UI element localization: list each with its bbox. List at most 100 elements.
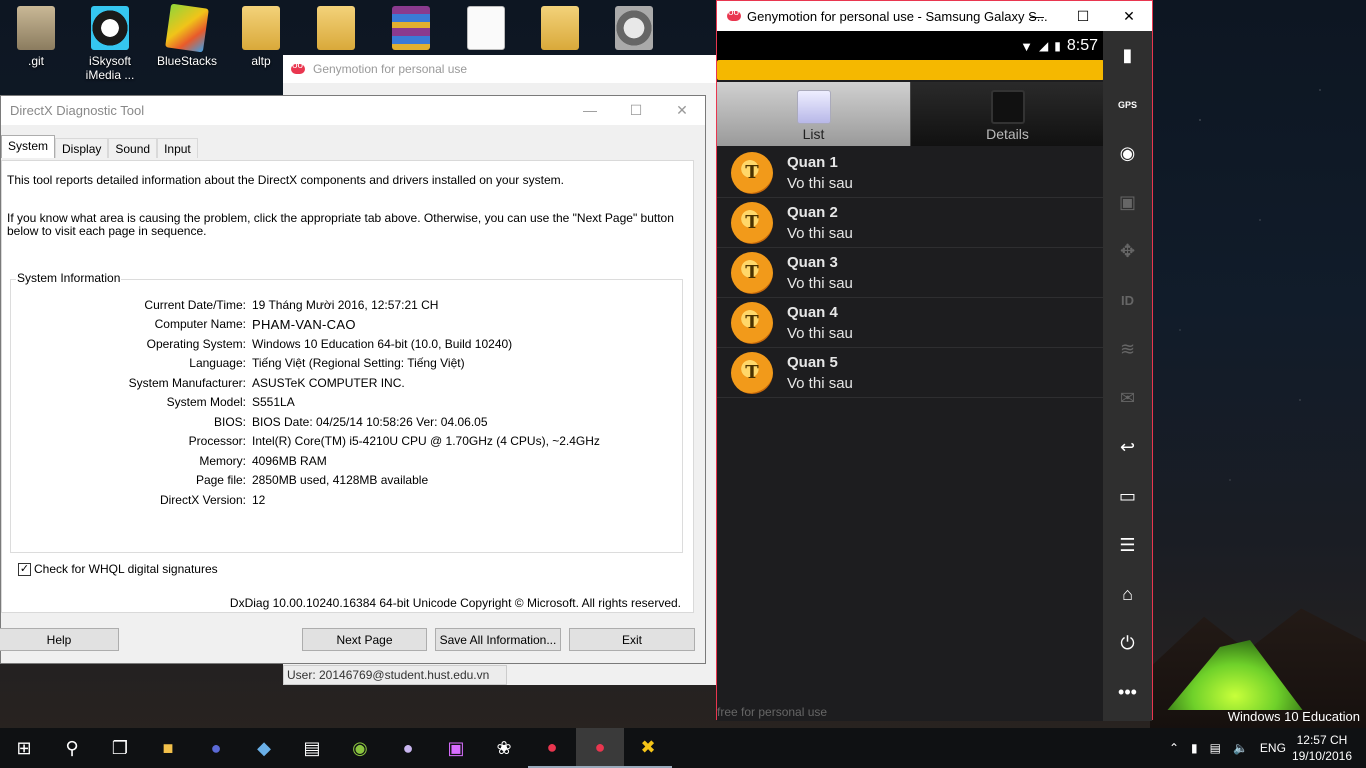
tab-input[interactable]: Input xyxy=(157,138,198,158)
move-widget-icon[interactable]: ✥ xyxy=(1103,227,1152,276)
avatar: T xyxy=(731,201,773,244)
maximize-icon[interactable]: ☐ xyxy=(1060,1,1106,31)
minimize-icon[interactable]: — xyxy=(1014,1,1060,31)
desktop-icon-folder-2[interactable] xyxy=(530,6,590,54)
window-title: Genymotion for personal use xyxy=(313,62,468,76)
android-studio-icon[interactable]: ◉ xyxy=(336,728,384,768)
info-value: PHAM-VAN-CAO xyxy=(252,317,356,332)
desktop-icon-altp[interactable]: altp xyxy=(231,6,291,68)
windows-edition-watermark: Windows 10 Education xyxy=(1227,709,1360,724)
id-widget-icon[interactable]: ID xyxy=(1103,276,1152,325)
clock-date: 19/10/2016 xyxy=(1291,749,1352,763)
language-indicator[interactable]: ENG xyxy=(1260,741,1286,755)
gps-widget-icon[interactable]: GPS xyxy=(1103,80,1152,129)
list-item[interactable]: T Quan 1 Vo thi sau xyxy=(717,148,1104,198)
close-icon[interactable]: ✕ xyxy=(659,96,705,124)
info-key: Processor: xyxy=(188,434,246,448)
item-subtitle: Vo thi sau xyxy=(787,374,853,392)
tab-strip: System Display Sound Input xyxy=(1,135,198,158)
save-all-information-button[interactable]: Save All Information... xyxy=(435,628,561,651)
search-icon[interactable]: ⚲ xyxy=(48,728,96,768)
list-item[interactable]: T Quan 4 Vo thi sau xyxy=(717,298,1104,348)
sms-widget-icon[interactable]: ✉ xyxy=(1103,374,1152,423)
next-page-button[interactable]: Next Page xyxy=(302,628,427,651)
dxdiag-titlebar[interactable]: DirectX Diagnostic Tool — ☐ ✕ xyxy=(1,96,705,124)
battery-widget-icon[interactable]: ▮ xyxy=(1103,31,1152,80)
whql-checkbox[interactable]: ✓ xyxy=(18,562,31,576)
recent-apps-icon[interactable]: ▭ xyxy=(1103,472,1152,521)
list-item[interactable]: T Quan 3 Vo thi sau xyxy=(717,248,1104,298)
intellij-icon[interactable]: ▣ xyxy=(432,728,480,768)
home-icon[interactable]: ⌂ xyxy=(1103,570,1152,619)
xampp-icon[interactable]: ✖ xyxy=(624,728,672,768)
item-subtitle: Vo thi sau xyxy=(787,274,853,292)
folder-icon xyxy=(541,6,579,50)
desktop-icon-winrar[interactable] xyxy=(381,6,441,54)
info-value: 2850MB used, 4128MB available xyxy=(252,473,429,487)
power-icon[interactable]: ⏻ xyxy=(1103,619,1152,668)
genymotion-device-taskbar-icon[interactable]: ● xyxy=(576,728,624,768)
volume-icon[interactable]: 🔈 xyxy=(1233,741,1248,755)
github-icon[interactable]: ● xyxy=(384,728,432,768)
list-item[interactable]: T Quan 2 Vo thi sau xyxy=(717,198,1104,248)
item-subtitle: Vo thi sau xyxy=(787,224,853,242)
minimize-icon[interactable]: — xyxy=(567,96,613,124)
tab-list[interactable]: List xyxy=(717,82,910,146)
genymotion-taskbar-icon[interactable]: ● xyxy=(528,728,576,768)
notification-icon[interactable]: ▤ xyxy=(1210,741,1221,755)
desktop-icon-iskysoft[interactable]: iSkysoft iMedia ... xyxy=(80,6,140,82)
genymotion-launcher-titlebar[interactable]: Genymotion for personal use xyxy=(283,55,716,83)
back-icon[interactable]: ↩ xyxy=(1103,423,1152,472)
menu-icon[interactable]: ☰ xyxy=(1103,521,1152,570)
file-explorer-icon[interactable]: ■ xyxy=(144,728,192,768)
close-icon[interactable]: ✕ xyxy=(1106,1,1152,31)
clock[interactable]: 12:57 CH 19/10/2016 xyxy=(1292,732,1352,764)
media-player-icon[interactable]: ❀ xyxy=(480,728,528,768)
desktop-icon-git[interactable]: .git xyxy=(6,6,66,68)
info-value: Intel(R) Core(TM) i5-4210U CPU @ 1.70GHz… xyxy=(252,434,600,448)
tab-system[interactable]: System xyxy=(1,135,56,158)
desktop-icon-synergy[interactable] xyxy=(604,6,664,54)
info-row: Page file: 2850MB used, 4128MB available xyxy=(2,473,428,487)
item-subtitle: Vo thi sau xyxy=(787,174,853,192)
more-icon[interactable]: ••• xyxy=(1103,668,1152,717)
media-widget-icon[interactable]: ▣ xyxy=(1103,178,1152,227)
virtualbox-icon[interactable]: ◆ xyxy=(240,728,288,768)
windows-start-icon[interactable]: ⊞ xyxy=(0,728,48,768)
item-subtitle: Vo thi sau xyxy=(787,324,853,342)
store-icon[interactable]: ▤ xyxy=(288,728,336,768)
android-screen[interactable]: ▼ ◢ ▮ 8:57 List Details T Quan 1 Vo thi s… xyxy=(717,31,1104,721)
help-button[interactable]: Help xyxy=(0,628,119,651)
desktop-icon-bluestacks[interactable]: BlueStacks xyxy=(157,3,217,68)
genymotion-titlebar[interactable]: Genymotion for personal use - Samsung Ga… xyxy=(717,1,1152,31)
webcam-widget-icon[interactable]: ◉ xyxy=(1103,129,1152,178)
task-view-icon[interactable]: ❐ xyxy=(96,728,144,768)
battery-tray-icon[interactable]: ▮ xyxy=(1191,741,1198,755)
intro-text: This tool reports detailed information a… xyxy=(7,173,564,187)
desktop-icon-document[interactable] xyxy=(456,6,516,54)
exit-button[interactable]: Exit xyxy=(569,628,695,651)
taskbar: ⊞ ⚲ ❐ ■ ● ◆ ▤ ◉ ● ▣ ❀ ● ● ✖ ⌃ ▮ ▤ 🔈 ENG … xyxy=(0,728,1366,768)
info-value: S551LA xyxy=(252,395,295,409)
status-time: 8:57 xyxy=(1066,37,1098,54)
rss-widget-icon[interactable]: ≋ xyxy=(1103,325,1152,374)
list-item[interactable]: T Quan 5 Vo thi sau xyxy=(717,348,1104,398)
maximize-icon[interactable]: ☐ xyxy=(613,96,659,124)
eclipse-icon[interactable]: ● xyxy=(192,728,240,768)
tab-details[interactable]: Details xyxy=(910,82,1104,146)
list-icon xyxy=(796,90,831,124)
avatar: T xyxy=(731,151,773,194)
avatar: T xyxy=(731,301,773,344)
tab-display[interactable]: Display xyxy=(55,138,109,158)
desktop-icon-folder[interactable] xyxy=(306,6,366,54)
dxdiag-window[interactable]: DirectX Diagnostic Tool — ☐ ✕ System Dis… xyxy=(0,95,706,664)
show-hidden-icons-icon[interactable]: ⌃ xyxy=(1169,741,1179,755)
synergy-icon xyxy=(615,6,653,50)
info-row: System Model: S551LA xyxy=(2,395,295,409)
genymotion-toolbar: ▮ GPS ◉ ▣ ✥ ID ≋ ✉ ↩ ▭ ☰ ⌂ ⏻ ••• xyxy=(1103,31,1152,721)
genymotion-device-window[interactable]: Genymotion for personal use - Samsung Ga… xyxy=(716,0,1153,721)
dxdiag-body: System Display Sound Input This tool rep… xyxy=(0,125,705,663)
genymotion-logo-icon xyxy=(727,7,741,21)
tab-sound[interactable]: Sound xyxy=(108,138,158,158)
whql-checkbox-row[interactable]: ✓ Check for WHQL digital signatures xyxy=(18,562,218,576)
